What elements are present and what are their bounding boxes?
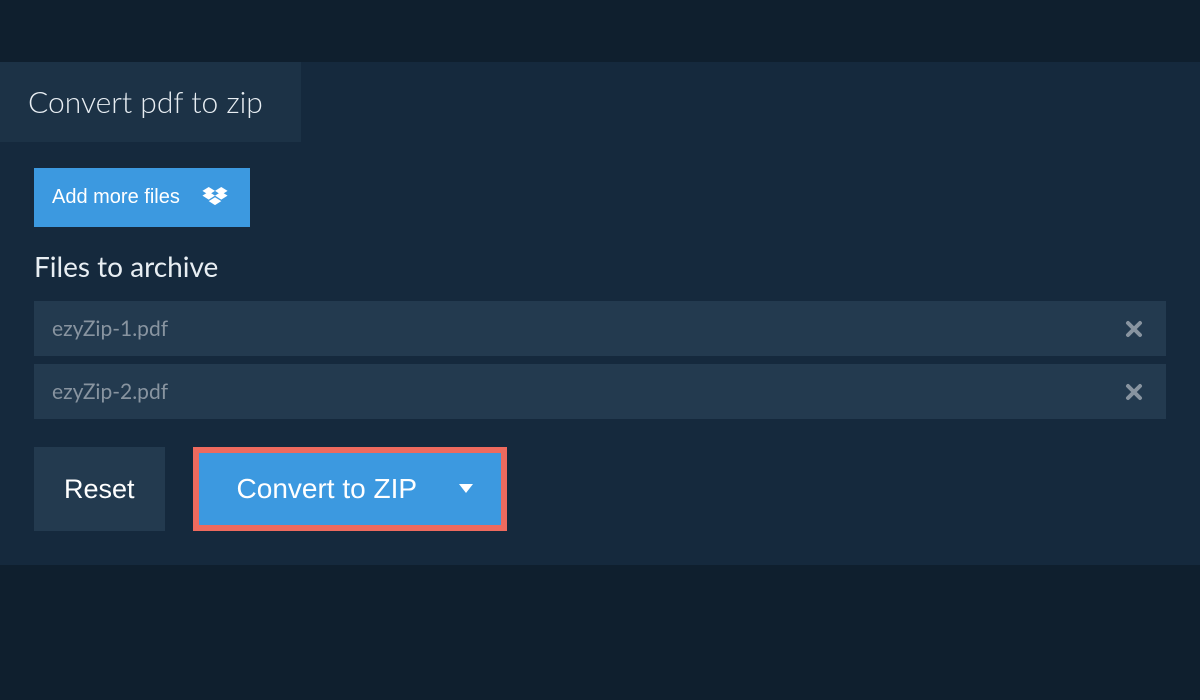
file-row: ezyZip-1.pdf (34, 301, 1166, 356)
top-bar (0, 0, 1200, 62)
add-more-files-label: Add more files (52, 186, 180, 209)
remove-file-icon[interactable] (1124, 319, 1144, 339)
file-list: ezyZip-1.pdf ezyZip-2.pdf (34, 301, 1166, 419)
dropbox-icon (202, 187, 228, 209)
content-area: Add more files Files to archive ezyZip-1… (0, 142, 1200, 565)
file-name: ezyZip-1.pdf (52, 316, 168, 341)
add-more-files-button[interactable]: Add more files (34, 168, 250, 227)
main-panel: Convert pdf to zip Add more files Files … (0, 62, 1200, 565)
convert-highlight-frame: Convert to ZIP (193, 447, 508, 531)
bottom-bar (0, 680, 1200, 700)
files-to-archive-heading: Files to archive (34, 249, 1166, 283)
remove-file-icon[interactable] (1124, 382, 1144, 402)
action-row: Reset Convert to ZIP (34, 447, 1166, 531)
caret-down-icon[interactable] (459, 484, 473, 494)
file-row: ezyZip-2.pdf (34, 364, 1166, 419)
convert-to-zip-button[interactable]: Convert to ZIP (199, 453, 502, 525)
convert-label: Convert to ZIP (237, 473, 418, 505)
tab-title: Convert pdf to zip (0, 62, 301, 142)
file-name: ezyZip-2.pdf (52, 379, 168, 404)
reset-button[interactable]: Reset (34, 447, 165, 531)
